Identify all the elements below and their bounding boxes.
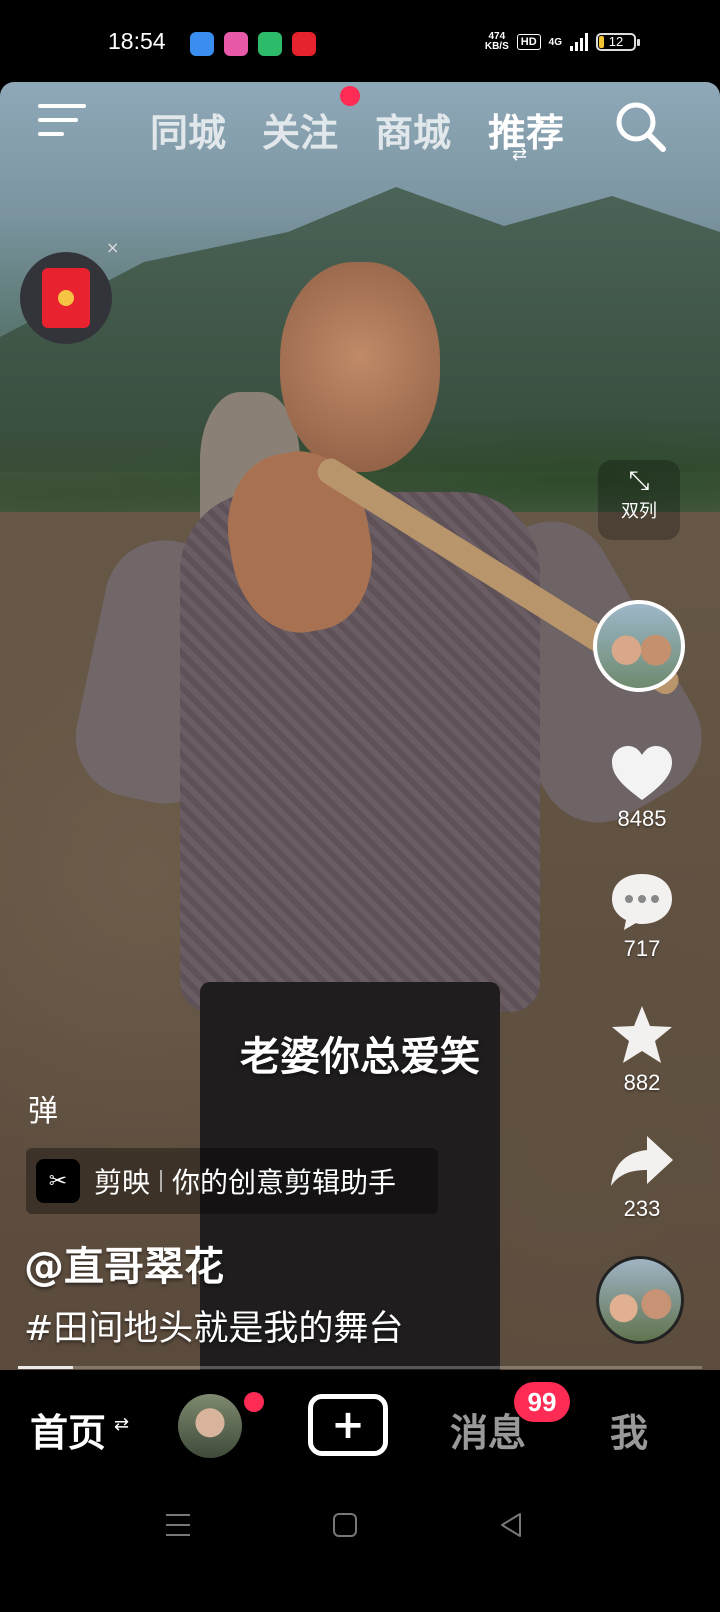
hd-icon: HD	[516, 34, 541, 50]
danmu-toggle-button[interactable]: 弹	[28, 1086, 58, 1130]
capcut-logo-icon: ✂	[36, 1159, 80, 1203]
network-type: 4G	[548, 36, 562, 48]
friends-notification-dot	[244, 1392, 264, 1412]
heart-icon	[612, 746, 672, 800]
swap-icon: ⇄	[512, 144, 528, 165]
bottom-tab-bar: 首页 ⇄ + 消息 99 我	[0, 1370, 720, 1482]
following-notification-dot	[340, 86, 360, 106]
red-envelope-icon	[42, 268, 90, 328]
dual-column-button[interactable]: ⤡ 双列	[598, 460, 680, 540]
app-notification-icon	[258, 32, 282, 56]
network-speed: 474 KB/S	[484, 31, 509, 52]
video-progress-bar[interactable]	[18, 1366, 702, 1369]
video-subtitle: 老婆你总爱笑	[240, 1034, 480, 1080]
tab-nearby[interactable]: 同城	[150, 102, 226, 157]
notification-icons	[190, 32, 316, 56]
comment-icon	[612, 874, 672, 930]
tab-me[interactable]: 我	[610, 1402, 648, 1457]
tab-home[interactable]: 首页	[30, 1402, 106, 1457]
home-square-icon[interactable]	[332, 1512, 358, 1538]
tab-messages[interactable]: 消息	[450, 1402, 526, 1457]
battery-level: 12	[608, 34, 624, 49]
tab-mall[interactable]: 商城	[375, 102, 451, 157]
messages-badge: 99	[514, 1382, 570, 1422]
system-nav-bar	[0, 1482, 720, 1612]
create-button[interactable]: +	[308, 1394, 388, 1456]
clock: 18:54	[108, 28, 166, 54]
battery-icon: 12	[596, 33, 640, 51]
share-arrow-icon	[611, 1136, 673, 1186]
music-disc[interactable]	[596, 1256, 684, 1344]
video-caption[interactable]: #田间地头就是我的舞台	[24, 1300, 403, 1351]
tab-friends-avatar[interactable]	[178, 1394, 242, 1458]
comment-button[interactable]: 717	[590, 872, 694, 962]
dual-column-label: 双列	[621, 501, 657, 522]
share-count: 233	[623, 1196, 661, 1221]
app-notification-icon	[224, 32, 248, 56]
like-count: 8485	[617, 806, 667, 831]
app-name: 剪映	[94, 1166, 151, 1199]
tab-following[interactable]: 关注	[262, 102, 338, 157]
menu-icon[interactable]	[38, 104, 88, 144]
red-packet-button[interactable]	[20, 252, 112, 344]
app-slogan: 你的创意剪辑助手	[172, 1166, 397, 1199]
red-packet-close-button[interactable]: ×	[106, 238, 119, 257]
progress-fill	[18, 1366, 73, 1369]
author-avatar[interactable]	[593, 600, 685, 692]
status-bar: 18:54 474 KB/S HD 4G 12	[0, 0, 720, 82]
share-button[interactable]: 233	[590, 1134, 694, 1222]
signal-icon	[570, 33, 588, 51]
refresh-swap-icon: ⇄	[114, 1414, 130, 1435]
app-notification-icon	[190, 32, 214, 56]
app-anchor-tag[interactable]: ✂ 剪映 你的创意剪辑助手	[26, 1148, 438, 1214]
divider	[160, 1170, 163, 1192]
collapse-arrows-icon: ⤡	[628, 466, 650, 496]
comment-count: 717	[623, 936, 661, 961]
top-nav: 同城 关注 商城 推荐 ⇄	[0, 82, 720, 172]
author-name[interactable]: @直哥翠花	[24, 1234, 224, 1292]
back-triangle-icon[interactable]	[498, 1512, 524, 1538]
app-notification-icon	[292, 32, 316, 56]
like-button[interactable]: 8485	[590, 744, 694, 832]
recent-apps-icon[interactable]	[164, 1512, 192, 1538]
search-icon[interactable]	[612, 98, 668, 154]
status-indicators: 474 KB/S HD 4G 12	[485, 32, 640, 52]
